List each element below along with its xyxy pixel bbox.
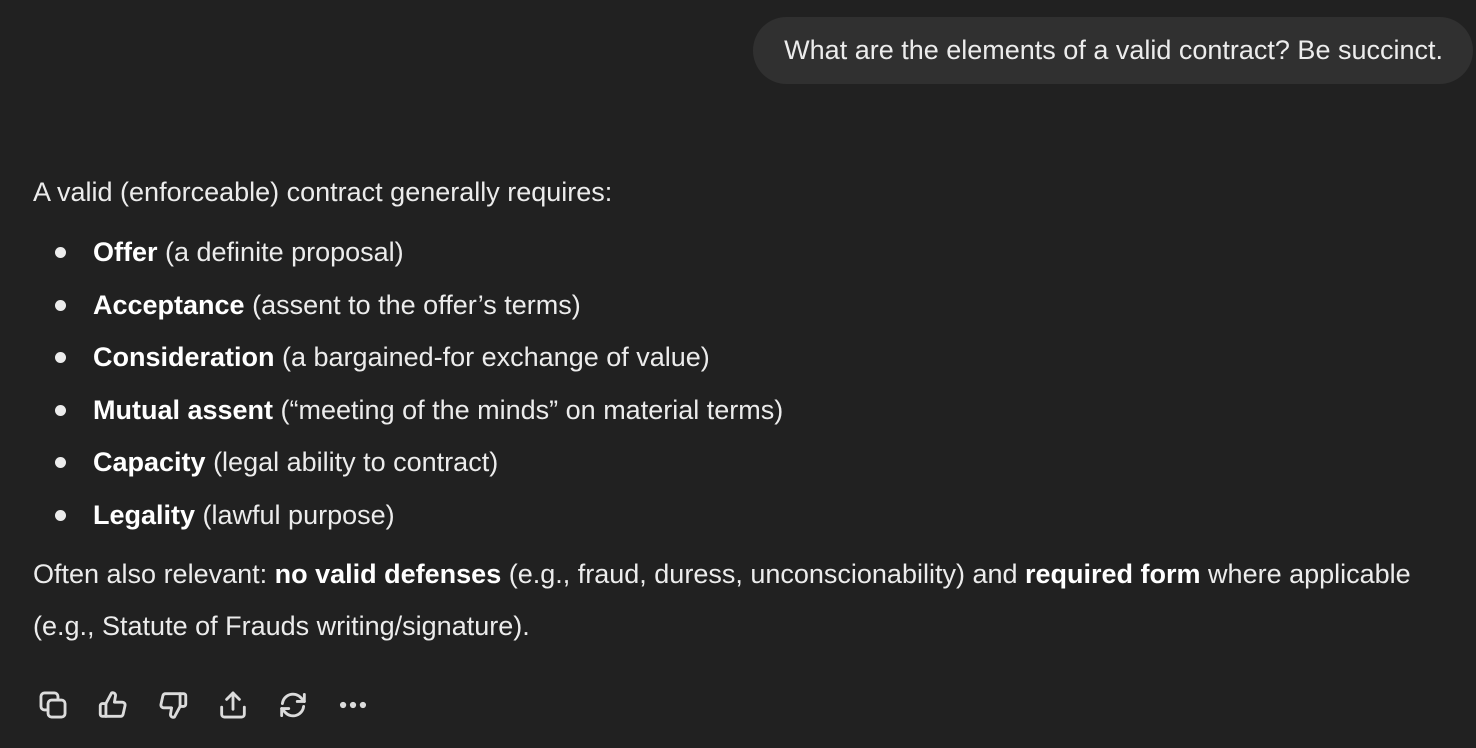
element-term: Capacity (93, 447, 206, 477)
element-term: Acceptance (93, 289, 245, 320)
note-bold: no valid defenses (274, 559, 502, 589)
assistant-note: Often also relevant: no valid defenses (… (33, 548, 1443, 652)
assistant-message: A valid (enforceable) contract generally… (33, 166, 1443, 652)
element-term: Mutual assent (93, 394, 274, 425)
more-icon (339, 701, 367, 709)
list-item: Offer (a definite proposal) (33, 226, 1443, 279)
list-item: Acceptance (assent to the offer’s terms) (33, 279, 1443, 332)
list-item: Capacity (legal ability to contract) (33, 436, 1443, 489)
element-desc: (a bargained-for exchange of value) (274, 342, 710, 372)
list-item: Consideration (a bargained-for exchange … (33, 331, 1443, 384)
element-desc: (assent to the offer’s terms) (244, 289, 581, 320)
share-icon (220, 691, 246, 719)
list-item: Mutual assent (“meeting of the minds” on… (33, 384, 1443, 437)
thumbs-down-button[interactable] (153, 685, 193, 725)
message-actions (33, 683, 393, 727)
thumbs-up-button[interactable] (93, 685, 133, 725)
elements-list: Offer (a definite proposal) Acceptance (… (33, 226, 1443, 541)
note-bold: required form (1025, 559, 1201, 589)
regenerate-icon (280, 692, 306, 718)
element-term: Consideration (93, 342, 275, 372)
element-term: Legality (93, 499, 196, 530)
note-text: (e.g., fraud, duress, unconscionability)… (501, 559, 1026, 589)
element-desc: (lawful purpose) (195, 499, 395, 530)
list-item: Legality (lawful purpose) (33, 489, 1443, 542)
element-desc: (“meeting of the minds” on material term… (273, 394, 784, 425)
regenerate-button[interactable] (273, 685, 313, 725)
element-desc: (a definite proposal) (157, 237, 404, 267)
user-message-text: What are the elements of a valid contrac… (784, 35, 1443, 65)
element-desc: (legal ability to contract) (205, 447, 499, 477)
copy-button[interactable] (33, 685, 73, 725)
user-message-bubble: What are the elements of a valid contrac… (753, 17, 1473, 84)
element-term: Offer (93, 237, 158, 267)
thumbs-down-icon (159, 692, 188, 719)
share-button[interactable] (213, 685, 253, 725)
assistant-intro: A valid (enforceable) contract generally… (33, 177, 613, 207)
note-text: Often also relevant: (33, 559, 275, 589)
more-button[interactable] (333, 685, 373, 725)
thumbs-up-icon (98, 691, 127, 718)
copy-icon (39, 691, 67, 719)
